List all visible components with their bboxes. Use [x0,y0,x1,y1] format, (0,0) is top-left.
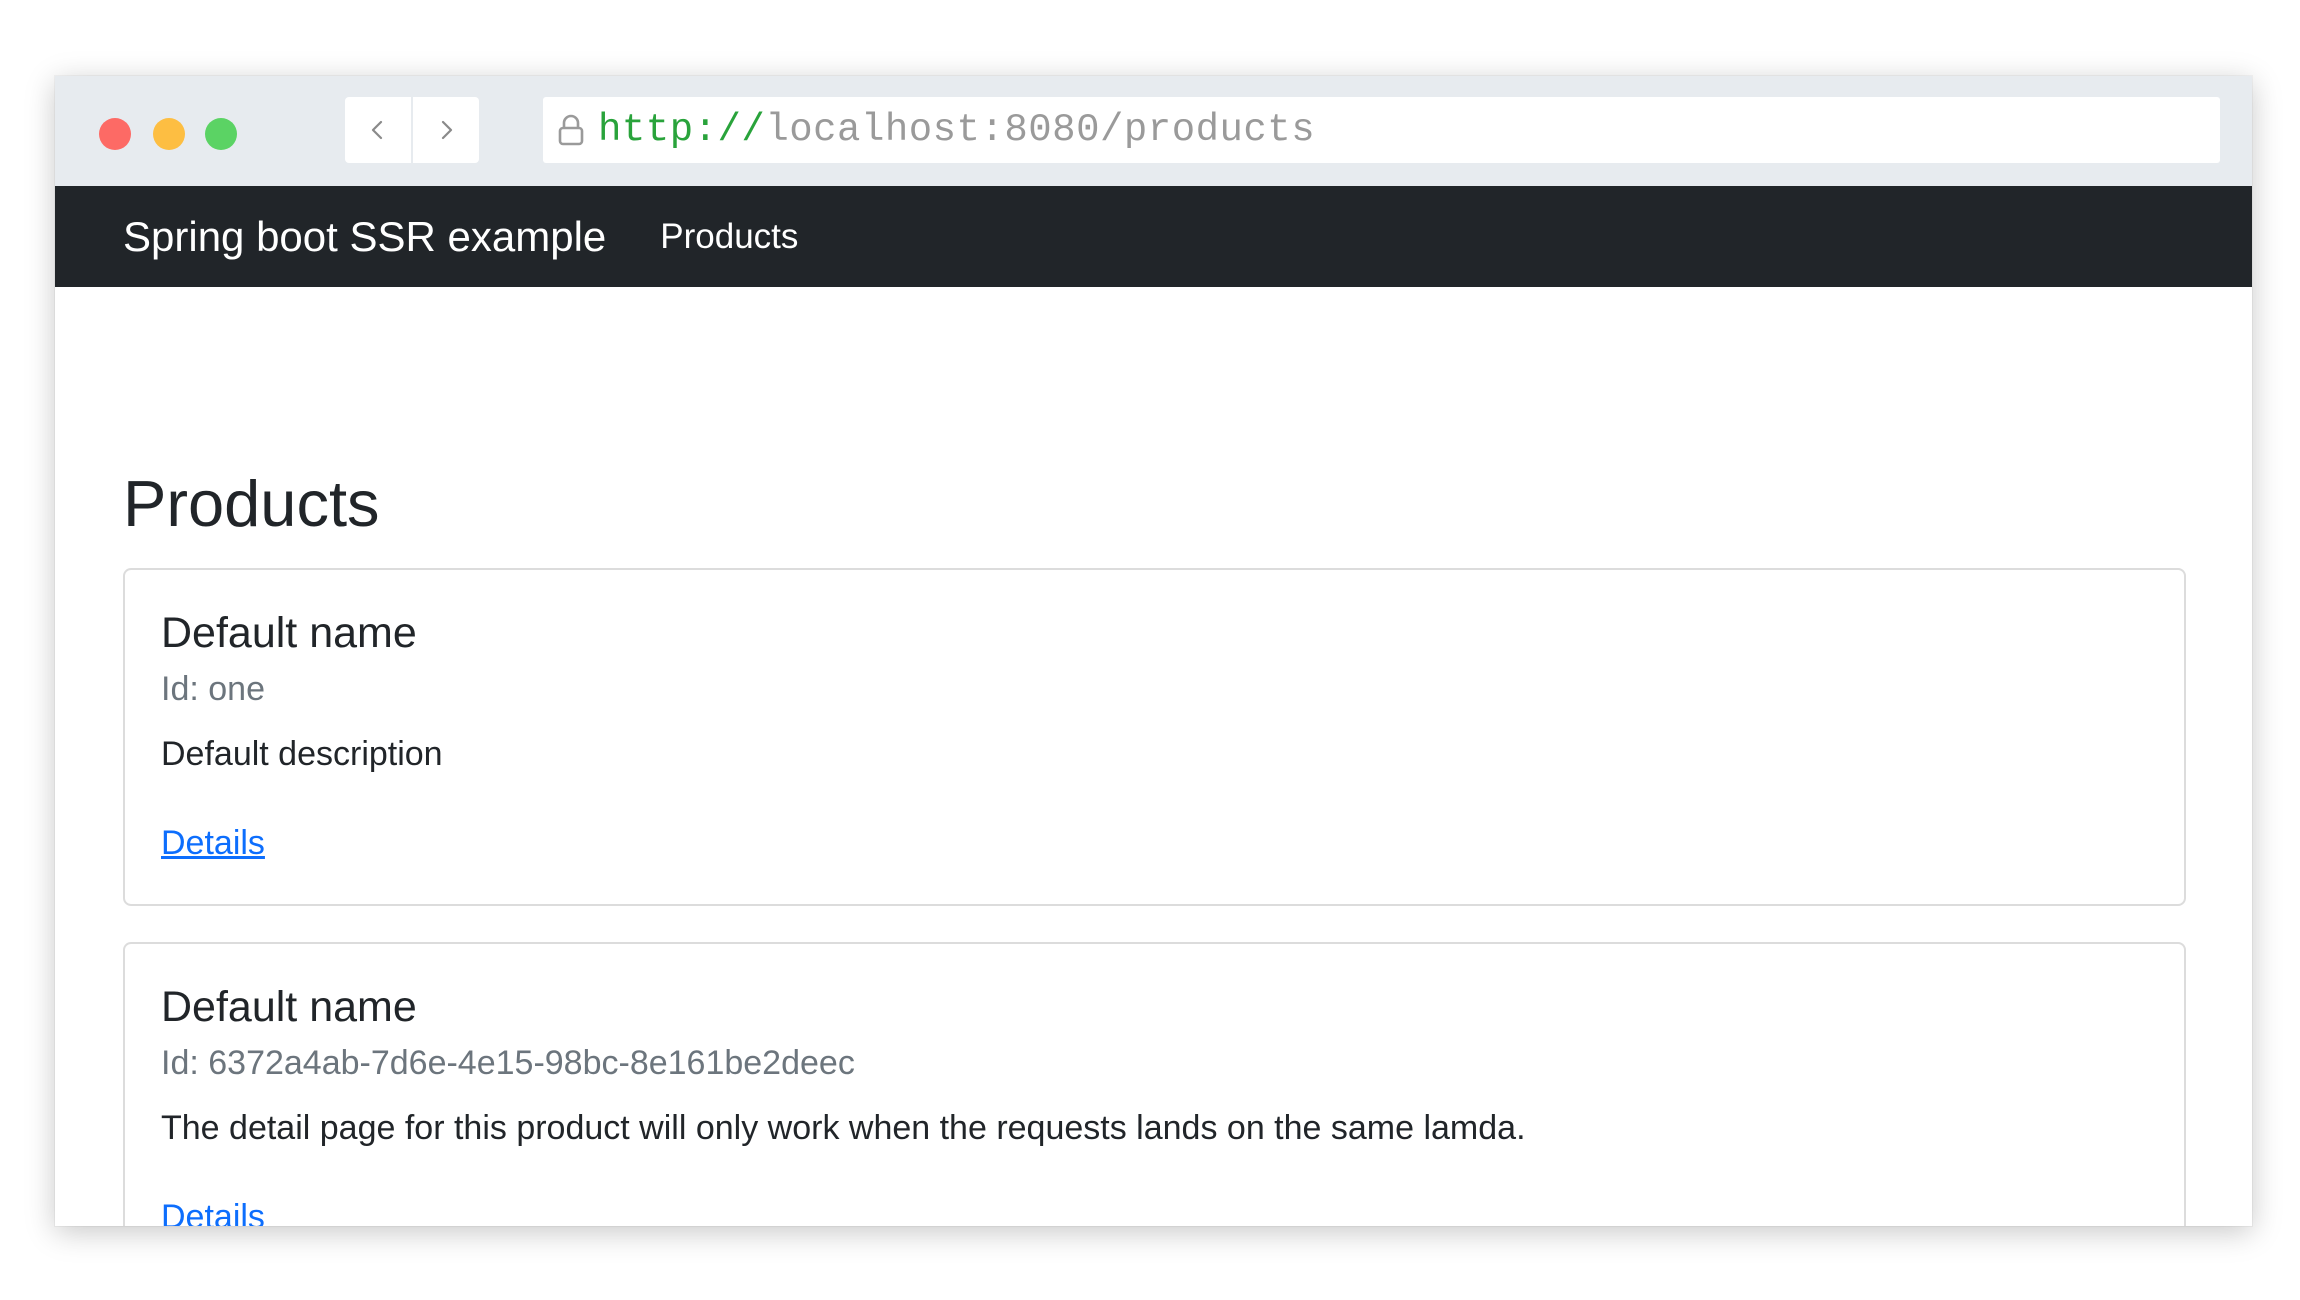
forward-button[interactable] [413,97,479,163]
url-path: localhost:8080/products [765,108,1316,152]
card-id: Id: 6372a4ab-7d6e-4e15-98bc-8e161be2deec [161,1046,855,1080]
card-id-value: one [208,670,265,708]
details-link[interactable]: Details [161,826,265,860]
card-description: Default description [161,735,443,773]
card-id: Id: one [161,672,265,706]
chevron-left-icon [371,120,383,140]
address-bar[interactable]: http://localhost:8080/products [543,97,2220,163]
url-text: http://localhost:8080/products [598,108,1315,152]
product-card: Default name Id: one Default description… [123,568,2186,906]
navbar-brand[interactable]: Spring boot SSR example [123,213,606,261]
url-scheme: http:// [598,108,766,152]
page-title: Products [123,467,380,540]
nav-link-products[interactable]: Products [660,217,798,257]
browser-toolbar: http://localhost:8080/products [55,76,2252,186]
card-title: Default name [161,609,417,657]
card-title: Default name [161,983,417,1031]
product-card: Default name Id: 6372a4ab-7d6e-4e15-98bc… [123,942,2186,1226]
card-id-value: 6372a4ab-7d6e-4e15-98bc-8e161be2deec [208,1044,855,1082]
site-navbar: Spring boot SSR example Products [55,186,2252,287]
browser-window: http://localhost:8080/products Spring bo… [55,76,2252,1226]
card-id-label: Id: [161,670,209,708]
close-window-button[interactable] [99,118,131,150]
maximize-window-button[interactable] [205,118,237,150]
lock-icon [556,113,586,147]
chevron-right-icon [441,120,453,140]
card-description: The detail page for this product will on… [161,1109,1526,1147]
card-id-label: Id: [161,1044,209,1082]
minimize-window-button[interactable] [153,118,185,150]
details-link[interactable]: Details [161,1200,265,1226]
back-button[interactable] [345,97,411,163]
